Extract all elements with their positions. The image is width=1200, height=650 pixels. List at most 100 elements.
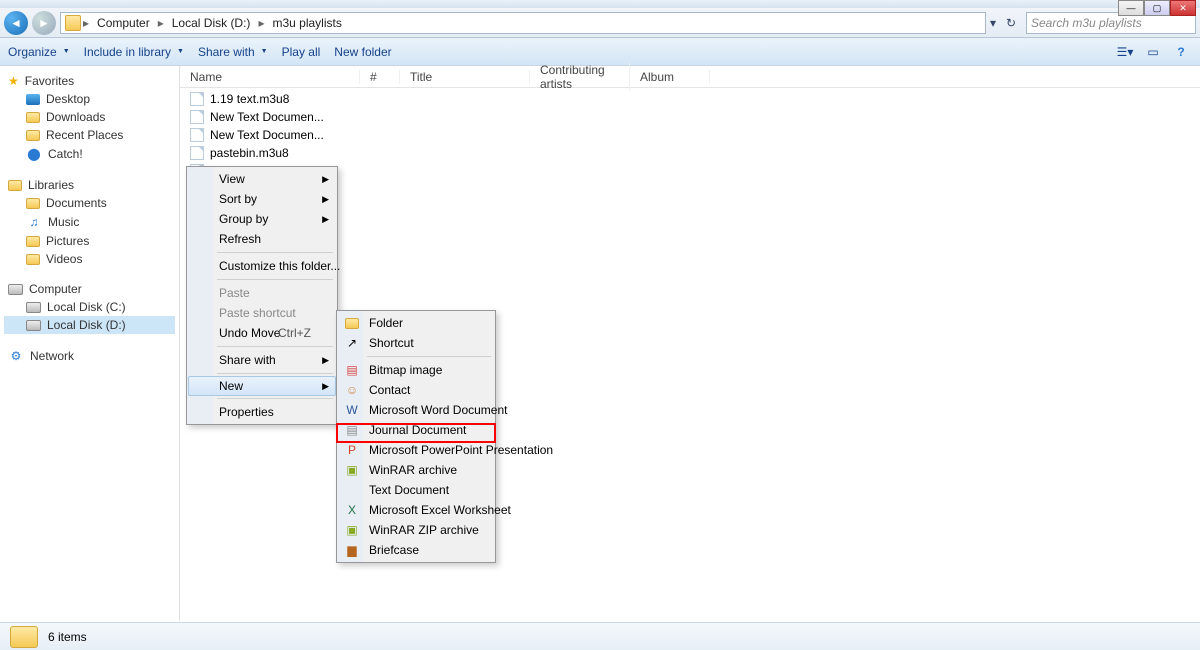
new-word-document[interactable]: WMicrosoft Word Document: [339, 400, 493, 420]
share-with-button[interactable]: Share with: [198, 45, 268, 59]
organize-button[interactable]: Organize: [8, 45, 70, 59]
menu-paste-shortcut: Paste shortcut: [189, 303, 335, 323]
forward-button[interactable]: ►: [32, 11, 56, 35]
crumb-current-folder[interactable]: m3u playlists: [266, 16, 347, 30]
word-icon: W: [344, 402, 360, 418]
new-excel-worksheet[interactable]: XMicrosoft Excel Worksheet: [339, 500, 493, 520]
file-row[interactable]: New Text Documen...: [180, 126, 1200, 144]
sidebar-downloads[interactable]: Downloads: [4, 108, 175, 126]
sidebar-music[interactable]: ♫Music: [4, 212, 175, 232]
preview-pane-button[interactable]: ▭: [1142, 42, 1164, 62]
menu-label: Sort by: [219, 192, 257, 206]
menu-group-by[interactable]: Group by▶: [189, 209, 335, 229]
new-bitmap[interactable]: ▤Bitmap image: [339, 360, 493, 380]
contact-icon: ☺: [344, 382, 360, 398]
sidebar-catch[interactable]: ⬤Catch!: [4, 144, 175, 164]
menu-sort-by[interactable]: Sort by ▶: [189, 189, 335, 209]
sidebar-pictures[interactable]: Pictures: [4, 232, 175, 250]
menu-label: WinRAR ZIP archive: [369, 523, 479, 537]
refresh-button[interactable]: ↻: [1000, 16, 1022, 30]
network-icon: ⚙: [8, 348, 24, 364]
crumb-disk-d[interactable]: Local Disk (D:): [166, 16, 257, 30]
new-winrar-zip[interactable]: ▣WinRAR ZIP archive: [339, 520, 493, 540]
menu-undo-move[interactable]: Undo MoveCtrl+Z: [189, 323, 335, 343]
rar-icon: ▣: [344, 462, 360, 478]
sidebar-disk-c[interactable]: Local Disk (C:): [4, 298, 175, 316]
menu-properties[interactable]: Properties: [189, 402, 335, 422]
sidebar-network[interactable]: ⚙Network: [4, 346, 175, 366]
sidebar-documents[interactable]: Documents: [4, 194, 175, 212]
menu-label: Microsoft PowerPoint Presentation: [369, 443, 553, 457]
new-briefcase[interactable]: ▆ Briefcase: [339, 540, 493, 560]
new-shortcut[interactable]: ↗Shortcut: [339, 333, 493, 353]
play-all-button[interactable]: Play all: [282, 45, 321, 59]
videos-icon: [26, 254, 40, 265]
crumb-computer[interactable]: Computer: [91, 16, 156, 30]
file-row[interactable]: New Text Documen...: [180, 108, 1200, 126]
new-journal-document[interactable]: ▤Journal Document: [339, 420, 493, 440]
maximize-button[interactable]: ▢: [1144, 0, 1170, 16]
menu-label: Share with: [219, 353, 276, 367]
column-title[interactable]: Title: [400, 70, 530, 84]
new-folder-button[interactable]: New folder: [334, 45, 391, 59]
sidebar-label: Downloads: [46, 110, 105, 124]
close-button[interactable]: ✕: [1170, 0, 1196, 16]
menu-label: Customize this folder...: [219, 259, 340, 273]
sidebar-computer[interactable]: Computer: [4, 280, 175, 298]
chevron-right-icon: ▸: [158, 16, 164, 30]
menu-view[interactable]: View▶: [189, 169, 335, 189]
column-number[interactable]: #: [360, 70, 400, 84]
column-header: Name # Title Contributing artists Album: [180, 66, 1200, 88]
sidebar-videos[interactable]: Videos: [4, 250, 175, 268]
back-button[interactable]: ◄: [4, 11, 28, 35]
status-items-count: 6 items: [48, 630, 87, 644]
include-in-library-button[interactable]: Include in library: [84, 45, 184, 59]
chevron-right-icon: ▶: [322, 194, 329, 205]
sidebar-favorites[interactable]: ★Favorites: [4, 72, 175, 90]
sidebar-label: Local Disk (C:): [47, 300, 126, 314]
file-icon: [190, 92, 204, 106]
help-button[interactable]: ?: [1170, 42, 1192, 62]
menu-label: Refresh: [219, 232, 261, 246]
minimize-button[interactable]: —: [1118, 0, 1144, 16]
menu-refresh[interactable]: Refresh: [189, 229, 335, 249]
sidebar-disk-d[interactable]: Local Disk (D:): [4, 316, 175, 334]
breadcrumb[interactable]: ▸ Computer ▸ Local Disk (D:) ▸ m3u playl…: [60, 12, 986, 34]
column-album[interactable]: Album: [630, 70, 710, 84]
menu-share-with[interactable]: Share with▶: [189, 350, 335, 370]
menu-label: Paste: [219, 286, 250, 300]
menu-new[interactable]: New▶: [188, 376, 336, 396]
menu-label: WinRAR archive: [369, 463, 457, 477]
chevron-right-icon: ▶: [322, 214, 329, 225]
sidebar-label: Pictures: [46, 234, 89, 248]
view-options-button[interactable]: ☰▾: [1114, 42, 1136, 62]
sidebar-desktop[interactable]: Desktop: [4, 90, 175, 108]
sidebar-recent-places[interactable]: Recent Places: [4, 126, 175, 144]
menu-label: Properties: [219, 405, 274, 419]
file-row[interactable]: 1.19 text.m3u8: [180, 90, 1200, 108]
file-name: 1.19 text.m3u8: [210, 92, 289, 106]
computer-icon: [8, 284, 23, 295]
column-name[interactable]: Name: [180, 70, 360, 84]
status-bar: 6 items: [0, 622, 1200, 650]
new-powerpoint[interactable]: PMicrosoft PowerPoint Presentation: [339, 440, 493, 460]
sidebar: ★Favorites Desktop Downloads Recent Plac…: [0, 66, 180, 621]
menu-customize-folder[interactable]: Customize this folder...: [189, 256, 335, 276]
file-name: New Text Documen...: [210, 110, 324, 124]
menu-label: Text Document: [369, 483, 449, 497]
file-row[interactable]: pastebin.m3u8: [180, 144, 1200, 162]
new-folder[interactable]: Folder: [339, 313, 493, 333]
documents-icon: [26, 198, 40, 209]
briefcase-icon: ▆: [344, 542, 360, 558]
new-text-document[interactable]: Text Document: [339, 480, 493, 500]
desktop-icon: [26, 94, 40, 105]
sidebar-label: Recent Places: [46, 128, 123, 142]
new-winrar-archive[interactable]: ▣ WinRAR archive: [339, 460, 493, 480]
file-pane[interactable]: Name # Title Contributing artists Album …: [180, 66, 1200, 621]
file-icon: [190, 110, 204, 124]
column-contributing-artists[interactable]: Contributing artists: [530, 63, 630, 91]
menu-label: Briefcase: [369, 543, 419, 557]
breadcrumb-dropdown[interactable]: ▾: [990, 16, 996, 30]
new-contact[interactable]: ☺Contact: [339, 380, 493, 400]
sidebar-libraries[interactable]: Libraries: [4, 176, 175, 194]
